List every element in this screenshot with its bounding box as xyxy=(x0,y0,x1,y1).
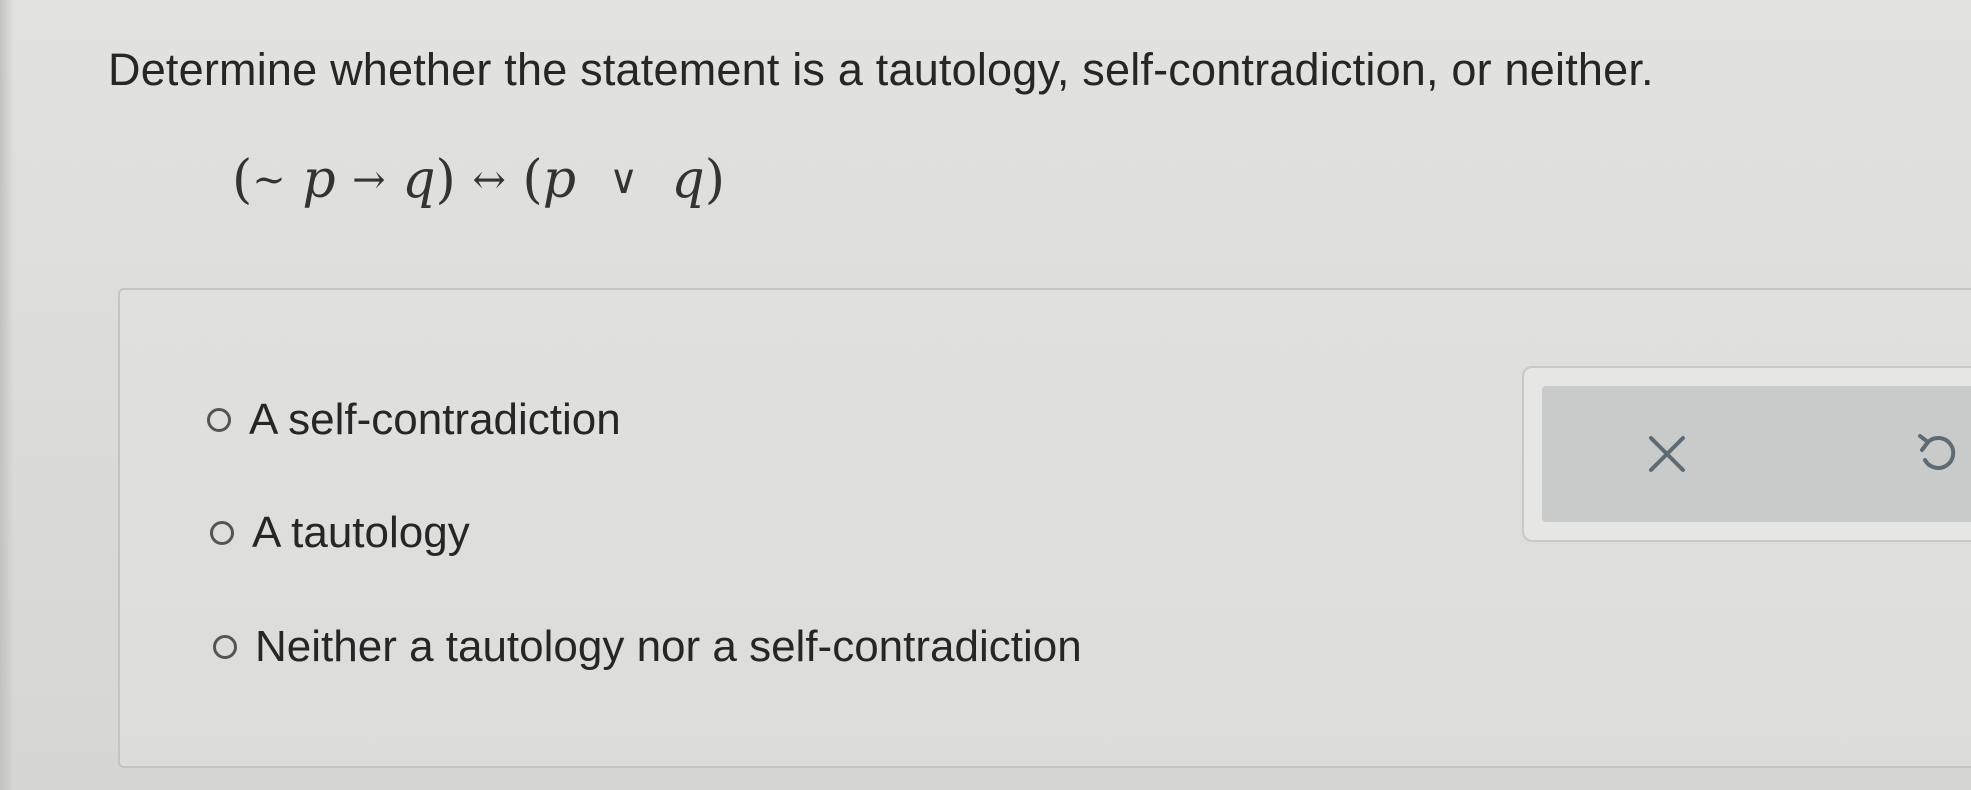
formula-close-paren-1: ) xyxy=(435,150,456,210)
option-tautology[interactable]: A tautology xyxy=(210,508,470,558)
question-text: Determine whether the statement is a tau… xyxy=(108,44,1654,95)
option-label: A self-contradiction xyxy=(249,395,621,444)
formula-negation: ~ xyxy=(252,157,286,203)
formula-or: ∨ xyxy=(609,157,639,203)
formula-biconditional: ↔ xyxy=(472,157,506,203)
screen-edge-shadow xyxy=(0,0,14,790)
option-self-contradiction[interactable]: A self-contradiction xyxy=(207,395,621,445)
close-icon xyxy=(1649,436,1685,472)
radio-button[interactable] xyxy=(207,408,231,432)
option-neither[interactable]: Neither a tautology nor a self-contradic… xyxy=(213,622,1082,672)
formula-var-p-1: p xyxy=(302,150,336,210)
formula-implies: → xyxy=(352,157,386,203)
radio-button[interactable] xyxy=(210,521,234,545)
formula-var-q-1: q xyxy=(402,150,436,210)
formula-var-p-2: p xyxy=(542,150,576,210)
clear-button[interactable] xyxy=(1627,414,1707,494)
formula-var-q-2: q xyxy=(671,150,705,210)
formula-close-paren-2: ) xyxy=(704,150,725,210)
option-label: Neither a tautology nor a self-contradic… xyxy=(255,622,1082,671)
formula-open-paren-2: ( xyxy=(522,150,543,210)
formula: (~ p → q) ↔ (p ∨ q) xyxy=(232,150,725,210)
formula-open-paren-1: ( xyxy=(232,150,253,210)
undo-button[interactable] xyxy=(1898,414,1971,494)
option-label: A tautology xyxy=(252,508,470,557)
undo-icon xyxy=(1918,434,1956,470)
radio-button[interactable] xyxy=(213,635,237,659)
